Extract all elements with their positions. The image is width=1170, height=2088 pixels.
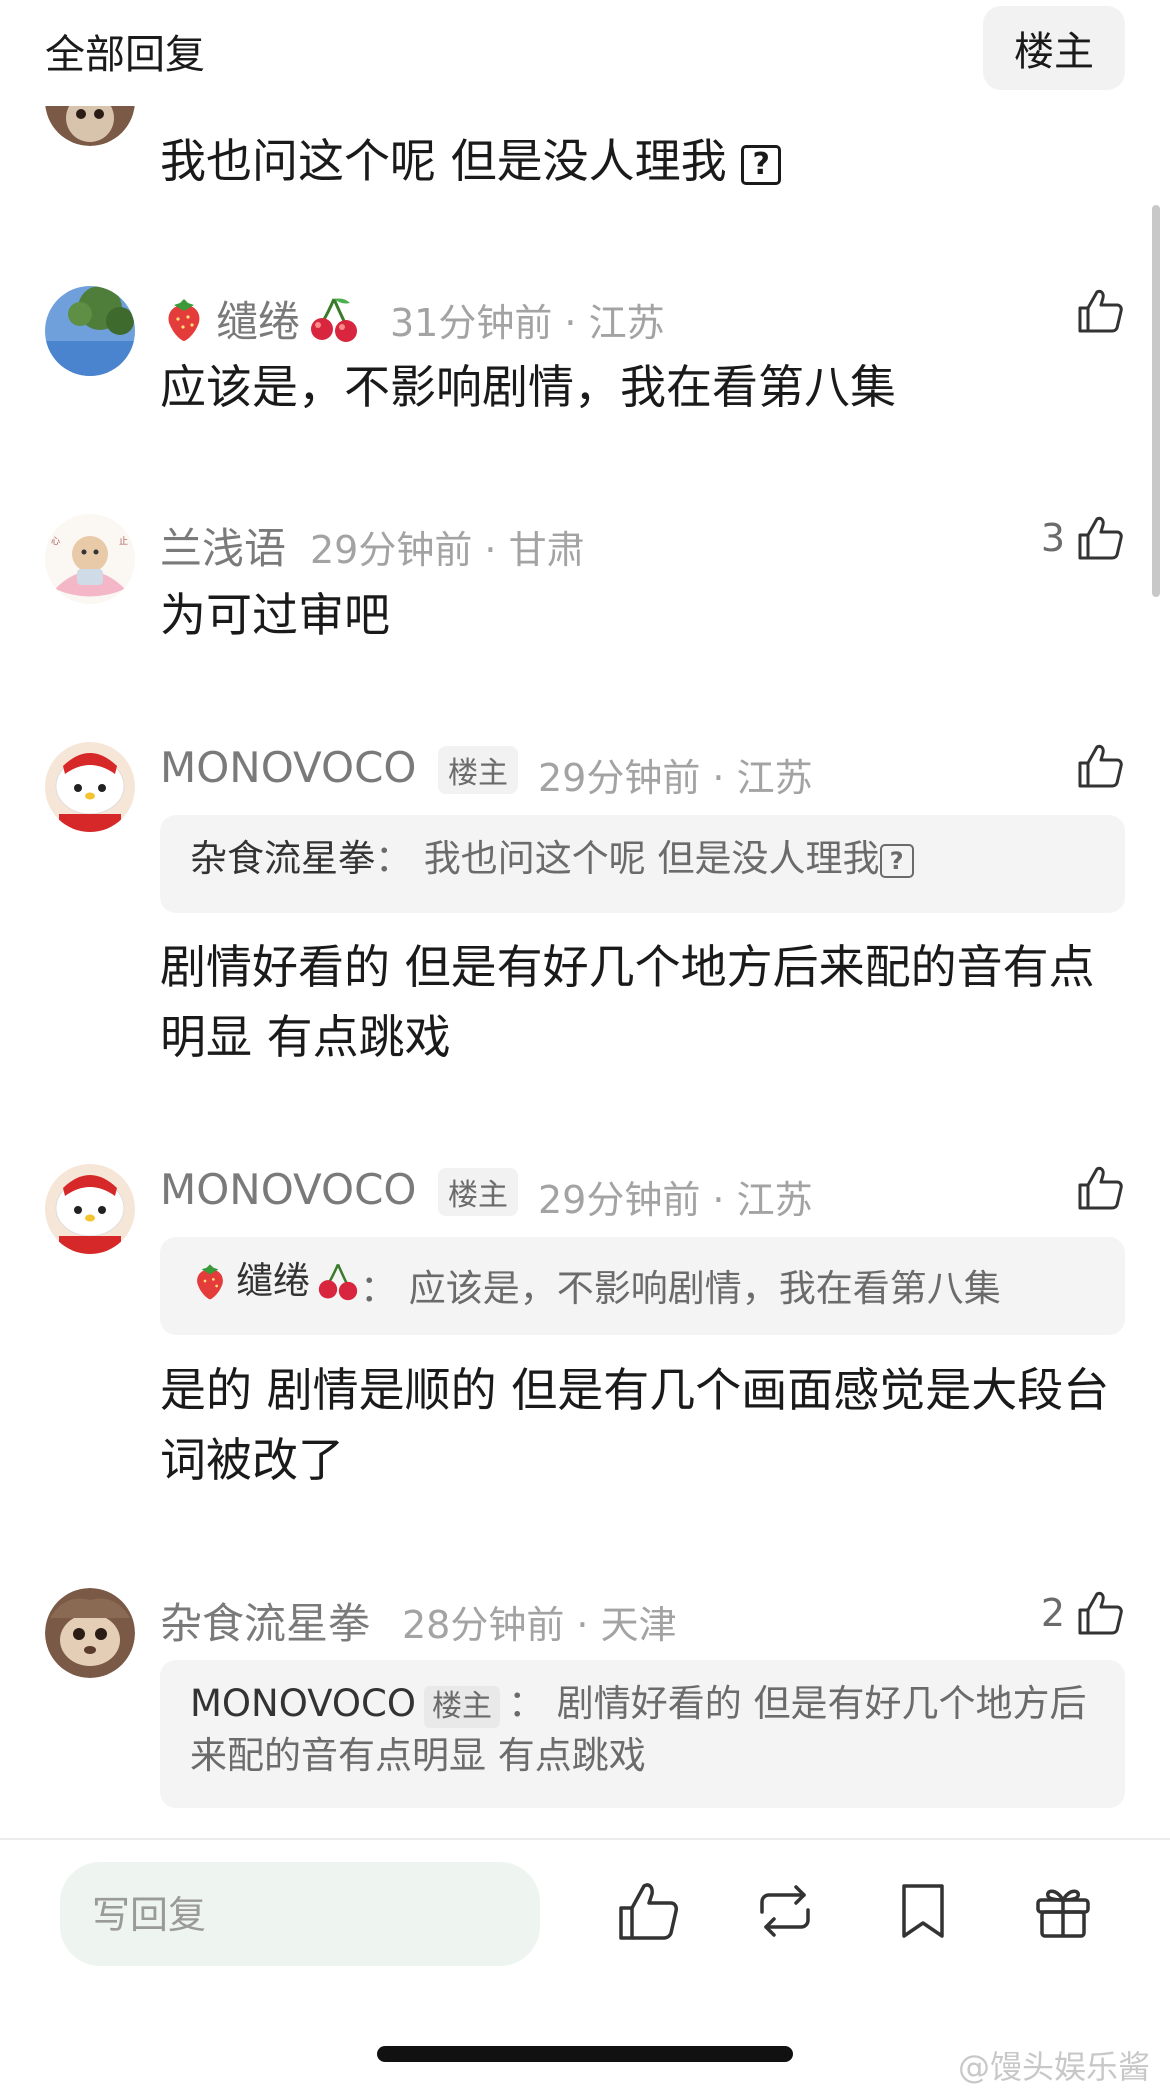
- svg-text:止: 止: [119, 535, 128, 547]
- header: 全部回复 楼主: [0, 0, 1170, 100]
- comment-text: 我也问这个呢 但是没人理我 ?: [160, 126, 1120, 196]
- like-button[interactable]: 2: [1041, 1588, 1125, 1638]
- like-count: 3: [1040, 516, 1065, 560]
- watermark: @馒头娱乐酱: [957, 2048, 1150, 2086]
- quoted-reply[interactable]: MONOVOCO 楼主： 剧情好看的 但是有好几个地方后来配的音有点明显 有点跳戏: [160, 1660, 1125, 1808]
- op-badge: 楼主: [423, 1686, 500, 1728]
- comment-meta: 28分钟前 · 天津: [402, 1603, 677, 1647]
- like-button[interactable]: [1075, 1163, 1125, 1213]
- quoted-reply[interactable]: 缱绻 ： 应该是，不影响剧情，我在看第八集: [160, 1237, 1125, 1335]
- op-filter-button[interactable]: 楼主: [983, 6, 1125, 90]
- comment-meta: 29分钟前 · 江苏: [538, 1178, 813, 1222]
- comment-text: 为可过审吧: [160, 588, 390, 642]
- comment-text: 应该是，不影响剧情，我在看第八集: [160, 360, 896, 414]
- quoted-reply[interactable]: 杂食流星拳： 我也问这个呢 但是没人理我?: [160, 815, 1125, 913]
- page-title: 全部回复: [45, 32, 205, 78]
- unknown-emoji-icon: ?: [741, 144, 782, 185]
- svg-text:心: 心: [51, 536, 60, 547]
- cherry-icon: [316, 1261, 360, 1301]
- comment-text: 剧情好看的 但是有好几个地方后来配的音有点明显 有点跳戏: [160, 940, 1095, 1064]
- comment-author[interactable]: 杂食流星拳: [160, 1590, 370, 1651]
- comment-author[interactable]: MONOVOCO: [160, 743, 416, 792]
- strawberry-icon: [190, 1261, 230, 1301]
- thumbs-up-icon: [1078, 1591, 1123, 1635]
- comment-text: 是的 剧情是顺的 但是有几个画面感觉是大段台词被改了: [160, 1363, 1110, 1487]
- quoted-author: 缱绻: [190, 1255, 360, 1307]
- like-button[interactable]: [1075, 286, 1125, 336]
- divider: [0, 1838, 1170, 1840]
- quoted-text: 应该是，不影响剧情，我在看第八集: [408, 1267, 1001, 1310]
- comment-author[interactable]: 缱绻: [160, 288, 360, 349]
- thumbs-up-icon: [1078, 289, 1123, 333]
- quoted-author: MONOVOCO: [190, 1682, 416, 1725]
- bookmark-icon[interactable]: [890, 1878, 956, 1944]
- quoted-text: 我也问这个呢 但是没人理我: [423, 837, 880, 880]
- cherry-icon: [308, 295, 360, 343]
- comment-author[interactable]: MONOVOCO: [160, 1165, 416, 1214]
- reply-input[interactable]: 写回复: [60, 1862, 540, 1966]
- quote-separator: ：: [507, 1682, 545, 1725]
- op-badge: 楼主: [438, 746, 518, 794]
- op-badge: 楼主: [438, 1168, 518, 1216]
- like-button[interactable]: [1075, 741, 1125, 791]
- thumbs-up-icon: [1078, 516, 1123, 560]
- avatar[interactable]: [45, 1588, 135, 1678]
- comment-meta: 31分钟前 · 江苏: [390, 301, 665, 345]
- like-icon[interactable]: [615, 1878, 681, 1944]
- unknown-emoji-icon: ?: [879, 843, 914, 878]
- strawberry-icon: [160, 295, 208, 343]
- avatar[interactable]: 心止: [45, 514, 135, 604]
- avatar[interactable]: [45, 1164, 135, 1254]
- scrollbar[interactable]: [1152, 205, 1160, 597]
- thumbs-up-icon: [1078, 1166, 1123, 1210]
- gift-icon[interactable]: [1030, 1878, 1096, 1944]
- like-count: 2: [1040, 1591, 1065, 1635]
- comment-meta: 29分钟前 · 甘肃: [310, 528, 585, 572]
- comment-meta: 29分钟前 · 江苏: [538, 756, 813, 800]
- home-indicator[interactable]: [377, 2046, 793, 2062]
- avatar[interactable]: [45, 742, 135, 832]
- repost-icon[interactable]: [752, 1878, 818, 1944]
- comment-author[interactable]: 兰浅语: [160, 515, 286, 576]
- thumbs-up-icon: [1078, 744, 1123, 788]
- like-button[interactable]: 3: [1041, 513, 1125, 563]
- quoted-author: 杂食流星拳: [190, 837, 375, 880]
- quote-separator: ：: [375, 837, 412, 880]
- quote-separator: ：: [360, 1267, 397, 1310]
- avatar[interactable]: [45, 286, 135, 376]
